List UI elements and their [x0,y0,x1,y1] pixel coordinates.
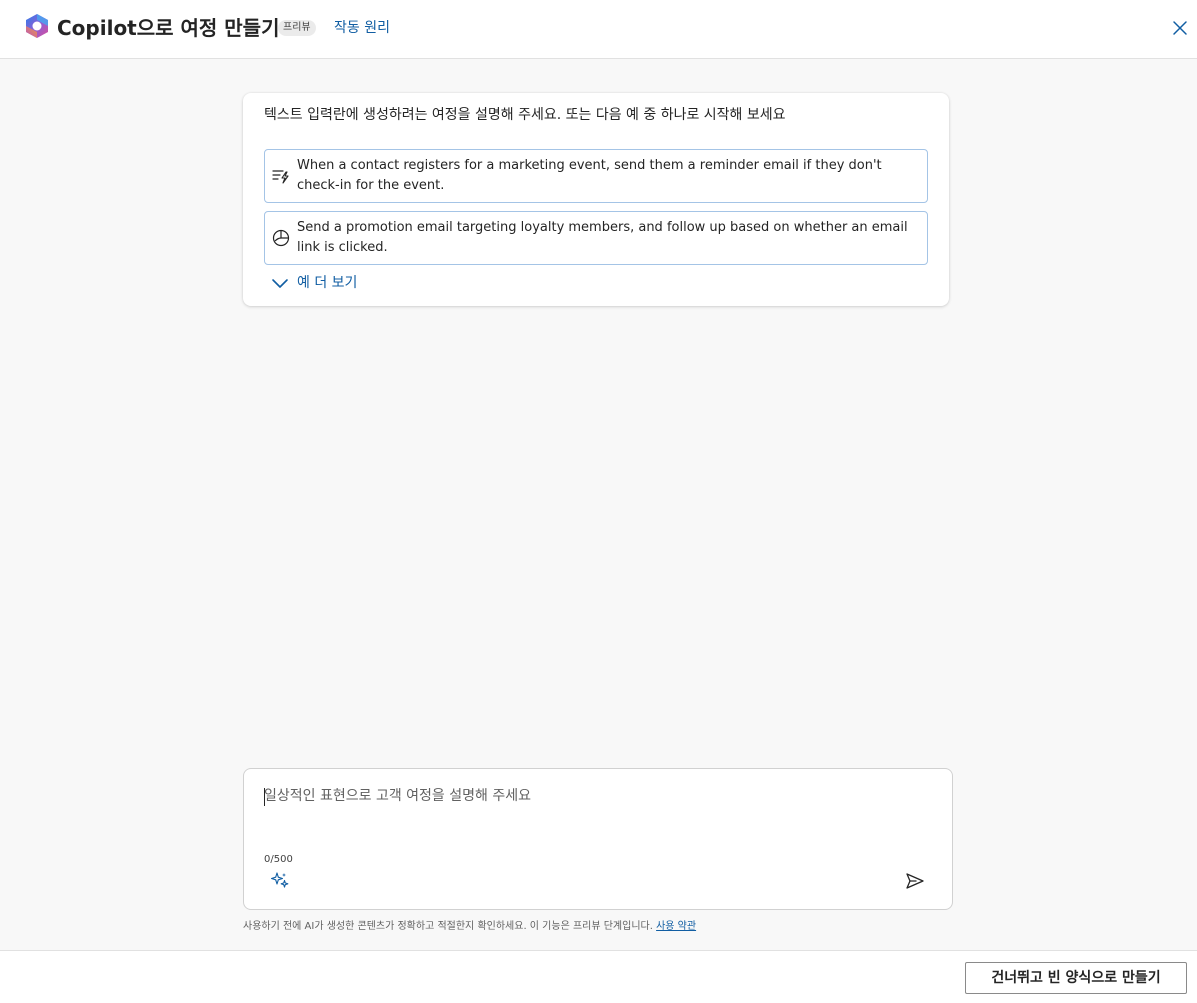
event-trigger-icon [272,170,289,184]
more-examples-label: 예 더 보기 [297,275,358,291]
suggestions-intro: 텍스트 입력란에 생성하려는 여정을 설명해 주세요. 또는 다음 예 중 하나… [264,107,786,123]
disclaimer-text: 사용하기 전에 AI가 생성한 콘텐츠가 정확하고 적절한지 확인하세요. 이 … [243,921,657,932]
how-it-works-link[interactable]: 작동 원리 [334,18,390,38]
segment-icon [272,229,290,247]
suggestion-text: Send a promotion email targeting loyalty… [297,220,908,255]
page-title: Copilot으로 여정 만들기 [57,16,280,40]
suggestion-loyalty-promotion[interactable]: Send a promotion email targeting loyalty… [264,211,928,265]
skip-create-blank-button[interactable]: 건너뛰고 빈 양식으로 만들기 [965,962,1187,994]
dialog-header: Copilot으로 여정 만들기 프리뷰 작동 원리 [0,0,1197,59]
suggestion-text: When a contact registers for a marketing… [297,158,882,193]
suggestion-event-reminder[interactable]: When a contact registers for a marketing… [264,149,928,203]
dialog-footer: 건너뛰고 빈 양식으로 만들기 [0,950,1197,1003]
prompt-input[interactable] [264,785,934,845]
sparkle-icon[interactable] [270,870,290,890]
copilot-logo-icon [26,14,48,38]
character-count: 0/500 [264,854,293,865]
ai-disclaimer: 사용하기 전에 AI가 생성한 콘텐츠가 정확하고 적절한지 확인하세요. 이 … [243,919,696,935]
close-icon[interactable] [1168,16,1192,40]
suggestions-card: 텍스트 입력란에 생성하려는 여정을 설명해 주세요. 또는 다음 예 중 하나… [243,93,949,306]
terms-of-use-link[interactable]: 사용 약관 [656,921,696,932]
chevron-down-icon [272,279,288,288]
preview-badge: 프리뷰 [278,20,316,36]
text-caret [264,788,265,806]
send-icon[interactable] [904,870,926,892]
prompt-box: 0/500 [243,768,953,910]
